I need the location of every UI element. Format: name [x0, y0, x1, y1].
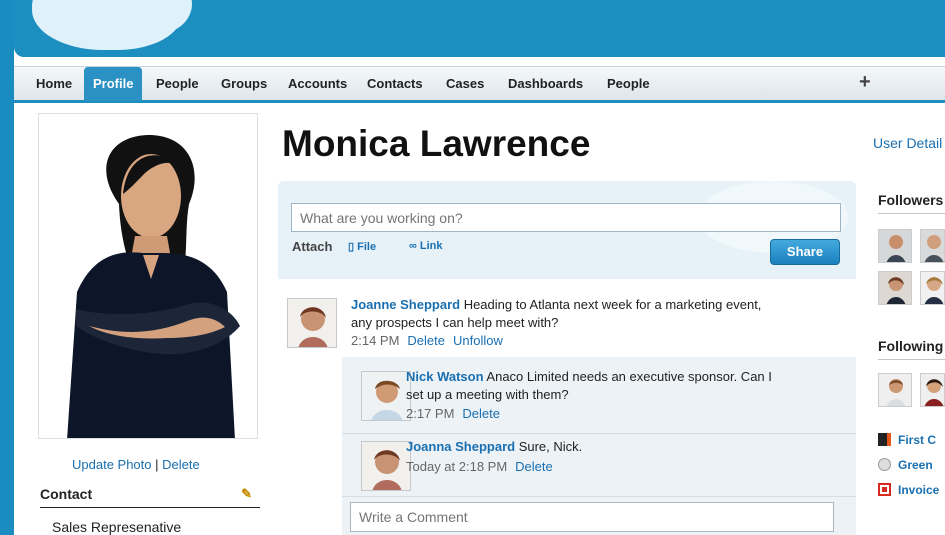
follower-avatar[interactable] [878, 271, 912, 305]
follower-avatar[interactable] [878, 229, 912, 263]
invoice-item-link[interactable]: Invoice [878, 483, 939, 497]
post-meta: 2:14 PM Delete Unfollow [351, 333, 503, 348]
attach-label: Attach [292, 239, 333, 254]
link-icon: ∞ [409, 240, 417, 252]
tab-home[interactable]: Home [36, 76, 72, 91]
joanne-sheppard-avatar-icon [288, 299, 336, 347]
follower-avatar[interactable] [920, 271, 945, 305]
comment-author-link[interactable]: Nick Watson [406, 369, 484, 384]
job-title: Sales Represenative [52, 519, 182, 535]
comment-body-line-2: set up a meeting with them? [406, 387, 569, 402]
document-icon [878, 483, 891, 496]
profile-content: Update Photo | Delete Contact ✎ Sales Re… [14, 103, 945, 535]
share-button[interactable]: Share [770, 239, 840, 265]
status-update-input[interactable] [291, 203, 841, 232]
post-author-link[interactable]: Joanne Sheppard [351, 297, 460, 312]
salesforce-profile-window: salesforce Home Profile People Groups Ac… [0, 0, 945, 535]
following-heading: Following [878, 338, 945, 360]
avatar [287, 298, 337, 348]
presentation-icon [878, 433, 891, 446]
comment-meta: 2:17 PM Delete [406, 406, 500, 421]
followers-heading: Followers [878, 192, 945, 214]
chatter-feed-panel: Attach ▯ File ∞ Link Share Joanne Sheppa… [278, 181, 856, 535]
green-item-link[interactable]: Green [878, 458, 933, 472]
post-text: Joanne Sheppard Heading to Atlanta next … [351, 296, 826, 332]
contact-heading: Contact [40, 486, 93, 502]
delete-comment-link[interactable]: Delete [462, 406, 500, 421]
comment-divider [342, 496, 856, 497]
follower-avatar-icon [879, 272, 911, 304]
tab-groups[interactable]: Groups [221, 76, 267, 91]
left-border [0, 0, 14, 535]
salesforce-cloud-logo: salesforce [32, 0, 192, 50]
comment-body-line-1: Anaco Limited needs an executive sponsor… [483, 369, 772, 384]
tab-profile[interactable]: Profile [84, 67, 143, 101]
photo-link-separator: | [151, 457, 163, 472]
unfollow-link[interactable]: Unfollow [453, 333, 503, 348]
joanna-sheppard-avatar-icon [362, 442, 410, 490]
following-avatar-icon [921, 374, 944, 406]
header-banner: salesforce [14, 0, 945, 57]
tab-people-secondary[interactable]: People [607, 76, 650, 91]
following-avatar-icon [879, 374, 911, 406]
user-detail-link[interactable]: User Detail [873, 135, 942, 151]
comment-time: 2:17 PM [406, 406, 455, 421]
invoice-item-label: Invoice [898, 483, 940, 497]
leaf-icon [878, 458, 891, 471]
edit-pencil-icon[interactable]: ✎ [241, 486, 252, 502]
comment-author-link[interactable]: Joanna Sheppard [406, 439, 515, 454]
comment-text: Joanna Sheppard Sure, Nick. [406, 438, 831, 456]
add-tab-icon[interactable]: + [859, 71, 871, 94]
tab-contacts[interactable]: Contacts [367, 76, 423, 91]
avatar [361, 441, 411, 491]
green-item-label: Green [898, 458, 933, 472]
first-item-label: First C [898, 433, 937, 447]
post-time: 2:14 PM [351, 333, 400, 348]
file-label: File [357, 241, 377, 253]
follower-avatar-icon [879, 230, 911, 262]
attach-link-button[interactable]: ∞ Link [409, 240, 443, 252]
profile-name: Monica Lawrence [282, 123, 591, 164]
follower-avatar-icon [921, 272, 944, 304]
first-item-link[interactable]: First C [878, 433, 936, 447]
write-comment-input[interactable] [350, 502, 834, 532]
tab-cases[interactable]: Cases [446, 76, 484, 91]
contact-section-header: Contact ✎ [40, 486, 260, 508]
comment-time: Today at 2:18 PM [406, 459, 508, 474]
tab-people[interactable]: People [156, 76, 199, 91]
post-body-line-2: any prospects I can help meet with? [351, 315, 559, 330]
link-label: Link [419, 240, 443, 252]
following-avatar[interactable] [878, 373, 912, 407]
profile-photo-frame [38, 113, 258, 439]
nick-watson-avatar-icon [362, 372, 410, 420]
follower-avatar[interactable] [920, 229, 945, 263]
delete-post-link[interactable]: Delete [407, 333, 445, 348]
following-avatar[interactable] [920, 373, 945, 407]
tab-accounts[interactable]: Accounts [288, 76, 347, 91]
follower-avatar-icon [921, 230, 944, 262]
comment-body-line-1: Sure, Nick. [515, 439, 583, 454]
avatar [361, 371, 411, 421]
main-navigation: Home Profile People Groups Accounts Cont… [14, 66, 945, 103]
delete-comment-link[interactable]: Delete [515, 459, 553, 474]
file-icon: ▯ [348, 241, 355, 253]
comment-text: Nick Watson Anaco Limited needs an execu… [406, 368, 831, 404]
photo-actions: Update Photo | Delete [72, 457, 200, 472]
comment-divider [342, 433, 856, 434]
tab-dashboards[interactable]: Dashboards [508, 76, 583, 91]
delete-photo-link[interactable]: Delete [162, 457, 200, 472]
attach-file-button[interactable]: ▯ File [348, 240, 376, 253]
profile-photo [39, 114, 257, 438]
comment-meta: Today at 2:18 PM Delete [406, 459, 553, 474]
update-photo-link[interactable]: Update Photo [72, 457, 152, 472]
post-body-line-1: Heading to Atlanta next week for a marke… [460, 297, 762, 312]
